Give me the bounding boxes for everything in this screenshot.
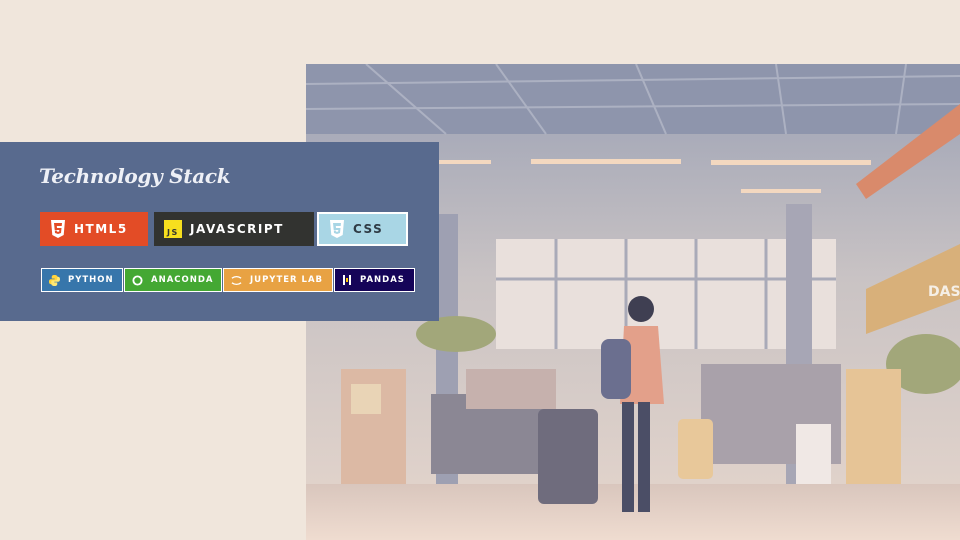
python-badge: PYTHON	[41, 268, 123, 292]
pandas-icon	[342, 274, 352, 286]
css-badge-label: CSS	[353, 222, 384, 236]
jupyter-icon	[231, 275, 242, 286]
svg-text:DAS: DAS	[928, 284, 960, 300]
html5-badge: HTML5	[40, 212, 148, 246]
javascript-icon: JS	[164, 220, 182, 238]
css-badge: CSS	[317, 212, 408, 246]
panel-title: Technology Stack	[39, 164, 231, 188]
html5-icon	[50, 220, 66, 238]
javascript-badge: JS JAVASCRIPT	[154, 212, 314, 246]
jupyterlab-badge-label: JUPYTER LAB	[250, 275, 324, 285]
css3-icon	[329, 220, 345, 238]
pandas-badge: PANDAS	[334, 268, 415, 292]
anaconda-icon	[132, 274, 143, 286]
pandas-badge-label: PANDAS	[360, 275, 405, 285]
technology-stack-panel: Technology Stack HTML5 JS JAVASCRIPT CSS…	[0, 142, 439, 321]
anaconda-badge: ANACONDA	[124, 268, 222, 292]
anaconda-badge-label: ANACONDA	[151, 275, 214, 285]
jupyterlab-badge: JUPYTER LAB	[223, 268, 333, 292]
html5-badge-label: HTML5	[74, 222, 128, 236]
python-icon	[49, 274, 60, 286]
svg-text:JS: JS	[166, 228, 179, 237]
javascript-badge-label: JAVASCRIPT	[190, 222, 284, 236]
python-badge-label: PYTHON	[68, 275, 114, 285]
